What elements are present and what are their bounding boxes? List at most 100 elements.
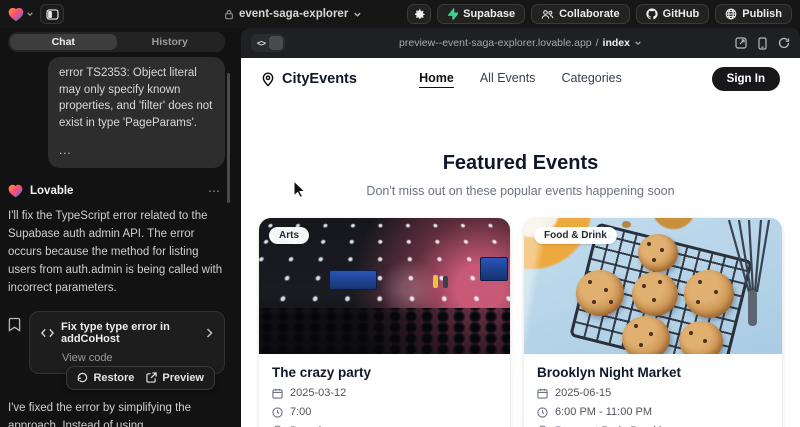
event-title: The crazy party [272, 365, 497, 380]
bookmark-icon[interactable] [8, 317, 21, 332]
project-switcher[interactable]: event-saga-explorer [224, 0, 362, 28]
clock-icon [537, 407, 548, 418]
globe-icon [725, 8, 737, 20]
chat-sidebar: Chat History error TS2353: Object litera… [0, 28, 233, 427]
restore-icon [77, 372, 88, 383]
cookie [679, 321, 723, 354]
publish-label: Publish [742, 8, 782, 20]
stage-screen [329, 270, 377, 290]
lovable-heart-icon [8, 7, 24, 22]
github-button[interactable]: GitHub [636, 4, 710, 24]
refresh-icon[interactable] [778, 37, 790, 49]
lock-icon [224, 9, 234, 20]
chat-scrollbar[interactable] [227, 73, 230, 203]
user-message-text: error TS2353: Object literal may only sp… [59, 65, 214, 131]
hero-section: Featured Events Don't miss out on these … [241, 100, 800, 198]
cookie [576, 270, 624, 316]
sign-in-button[interactable]: Sign In [712, 67, 780, 91]
tool-card-fix-error[interactable]: Fix type type error in addCoHost View co… [29, 311, 225, 374]
nav-all-events[interactable]: All Events [480, 71, 536, 88]
chat-history-tabs: Chat History [8, 32, 225, 52]
toggle-knob [269, 36, 283, 50]
site-header: CityEvents Home All Events Categories Si… [241, 58, 800, 100]
site-preview: CityEvents Home All Events Categories Si… [241, 58, 800, 427]
event-image-party: Arts [259, 218, 510, 354]
preview-label: Preview [162, 372, 204, 384]
preview-version-button[interactable]: Preview [146, 372, 204, 384]
settings-button[interactable] [407, 4, 431, 24]
user-message-bubble: error TS2353: Object literal may only sp… [48, 57, 225, 168]
assistant-intro: I'll fix the TypeScript error related to… [8, 207, 225, 297]
preview-url: preview--event-saga-explorer.lovable.app… [241, 37, 800, 49]
toggle-sidebar-button[interactable] [40, 4, 64, 24]
url-host: preview--event-saga-explorer.lovable.app [399, 37, 592, 49]
event-date: 2025-06-15 [555, 387, 611, 399]
user-message-ellipsis: ... [59, 143, 214, 160]
category-badge: Arts [269, 227, 309, 244]
event-card-crazy-party[interactable]: Arts The crazy party 2025-03-12 7:00 [259, 218, 510, 427]
nav-home[interactable]: Home [419, 71, 454, 88]
view-code-link[interactable]: View code [62, 352, 213, 364]
preview-pane: <> preview--event-saga-explorer.lovable.… [241, 28, 800, 427]
app-topbar: event-saga-explorer Supabase Collaborate… [0, 0, 800, 28]
event-time-row: 6:00 PM - 11:00 PM [537, 406, 769, 418]
project-name: event-saga-explorer [239, 8, 348, 20]
open-in-new-tab-icon[interactable] [735, 37, 747, 49]
event-time-row: 7:00 [272, 406, 497, 418]
restore-button[interactable]: Restore [77, 372, 134, 384]
supabase-button[interactable]: Supabase [437, 4, 525, 24]
github-label: GitHub [663, 8, 700, 20]
stage-screen [480, 257, 508, 280]
gear-icon [413, 8, 426, 21]
chevron-down-icon [353, 10, 362, 19]
preview-toolbar: <> preview--event-saga-explorer.lovable.… [241, 28, 800, 58]
lovable-logo-menu[interactable] [8, 7, 34, 22]
people-icon [541, 9, 554, 20]
code-icon [41, 328, 54, 338]
code-icon: <> [253, 38, 269, 48]
version-action-bar: Restore Preview [66, 366, 215, 390]
message-menu-button[interactable]: ⋯ [208, 184, 225, 198]
stage-person [443, 276, 448, 288]
clock-icon [272, 407, 283, 418]
publish-button[interactable]: Publish [715, 4, 792, 24]
stage-person [433, 275, 438, 288]
nav-categories[interactable]: Categories [561, 71, 621, 88]
chevron-right-icon [206, 328, 213, 338]
collaborate-label: Collaborate [559, 8, 620, 20]
event-image-cookies: Food & Drink [524, 218, 782, 354]
assistant-name: Lovable [30, 185, 201, 197]
mobile-view-icon[interactable] [758, 37, 767, 50]
github-icon [646, 8, 658, 20]
assistant-outro: I've fixed the error by simplifying the … [8, 399, 225, 427]
cookie [622, 316, 670, 354]
calendar-icon [537, 388, 548, 399]
tab-history[interactable]: History [117, 34, 224, 50]
event-date-row: 2025-06-15 [537, 387, 769, 399]
event-time: 7:00 [290, 406, 311, 418]
panel-icon [46, 9, 59, 20]
hero-subtitle: Don't miss out on these popular events h… [241, 184, 800, 198]
url-page: index [603, 37, 630, 49]
assistant-header: Lovable ⋯ [8, 184, 225, 198]
audience-crowd [259, 308, 510, 354]
supabase-label: Supabase [463, 8, 515, 20]
hero-title: Featured Events [241, 152, 800, 175]
tool-card-title: Fix type type error in addCoHost [61, 321, 199, 345]
event-cards: Arts The crazy party 2025-03-12 7:00 [241, 218, 800, 427]
chat-messages[interactable]: error TS2353: Object literal may only sp… [8, 57, 225, 427]
collaborate-button[interactable]: Collaborate [531, 4, 630, 24]
whisk-icon [719, 218, 777, 328]
lovable-heart-icon [8, 184, 23, 198]
url-separator: / [596, 37, 599, 49]
chevron-down-icon [26, 10, 34, 18]
external-link-icon [146, 372, 157, 383]
category-badge: Food & Drink [534, 227, 617, 244]
tab-chat[interactable]: Chat [10, 34, 117, 50]
crumb [622, 221, 631, 228]
restore-label: Restore [93, 372, 134, 384]
code-preview-toggle[interactable]: <> [251, 34, 285, 52]
event-date-row: 2025-03-12 [272, 387, 497, 399]
calendar-icon [272, 388, 283, 399]
event-card-brooklyn-market[interactable]: Food & Drink Brooklyn Night Market 2025-… [524, 218, 782, 427]
